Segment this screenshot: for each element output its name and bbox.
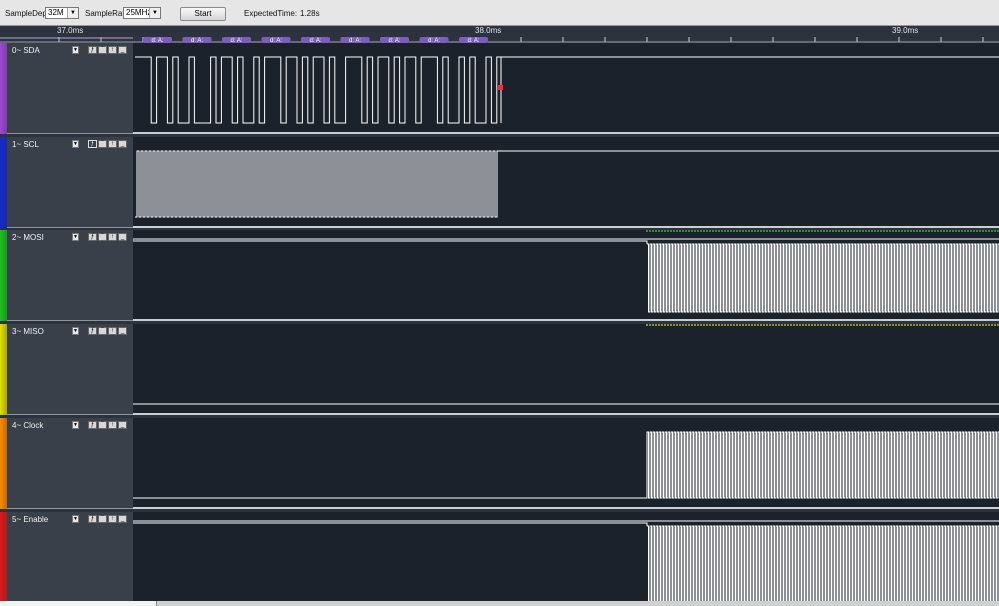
waveform-area[interactable] — [133, 230, 999, 321]
toolbar: SampleDepth 32M ▼ SampleRate 25MHz ▼ Sta… — [0, 0, 999, 26]
channel-row-spi-clock: 4~ Clock ▼ ƒ ‾ ↑ _ — [0, 418, 999, 509]
low-level-icon[interactable]: _ — [118, 233, 127, 241]
sample-rate-value: 25MHz — [126, 8, 152, 17]
sample-depth-select[interactable]: 32M ▼ — [45, 7, 79, 19]
waveform-svg — [135, 150, 999, 218]
chevron-down-icon[interactable]: ▼ — [72, 233, 79, 241]
expected-time-label: ExpectedTime: — [244, 9, 298, 18]
rising-falling-edge-icon[interactable]: ƒ — [88, 46, 97, 54]
rising-edge-icon[interactable]: ↑ — [108, 140, 117, 148]
high-level-icon[interactable]: ‾ — [98, 421, 107, 429]
chevron-down-icon[interactable]: ▼ — [72, 140, 79, 148]
horizontal-scrollbar[interactable] — [0, 601, 999, 606]
rising-falling-edge-icon[interactable]: ƒ — [88, 140, 97, 148]
channel-header[interactable]: 3~ MISO ▼ ƒ ‾ ↑ _ — [7, 324, 133, 415]
channel-label[interactable]: 0~ SDA — [12, 46, 40, 55]
rising-edge-icon[interactable]: ↑ — [108, 46, 117, 54]
scrollbar-thumb[interactable] — [0, 601, 157, 606]
low-level-icon[interactable]: _ — [118, 46, 127, 54]
waveform-svg — [133, 230, 999, 313]
chevron-down-icon[interactable]: ▼ — [72, 46, 79, 54]
waveform-area[interactable] — [133, 137, 999, 228]
rising-edge-icon[interactable]: ↑ — [108, 233, 117, 241]
channel-header[interactable]: 4~ Clock ▼ ƒ ‾ ↑ _ — [7, 418, 133, 509]
chevron-down-icon: ▼ — [67, 8, 78, 18]
enable-lead — [133, 522, 648, 526]
channel-row-spi-miso: 3~ MISO ▼ ƒ ‾ ↑ _ — [0, 324, 999, 415]
waveform-svg — [135, 56, 999, 124]
channel-label[interactable]: 5~ Enable — [12, 515, 48, 524]
channel-row-i2c-sda: 0~ SDA ▼ ƒ ‾ ↑ _ — [0, 43, 999, 134]
rising-edge-icon[interactable]: ↑ — [108, 421, 117, 429]
ruler-ticks-and-decode-tags: d: A: d: A: d: A: d: A: d: A: d: A: d: A: d: A:… — [0, 37, 999, 43]
mosi-trace — [647, 243, 999, 313]
waveform-area[interactable] — [133, 324, 999, 415]
rising-falling-edge-icon[interactable]: ƒ — [88, 421, 97, 429]
low-level-icon[interactable]: _ — [118, 140, 127, 148]
sda-trace — [135, 56, 999, 124]
low-level-icon[interactable]: _ — [118, 515, 127, 523]
clock-trace — [133, 431, 999, 499]
channel-label[interactable]: 4~ Clock — [12, 421, 43, 430]
chevron-down-icon[interactable]: ▼ — [72, 327, 79, 335]
channel-label[interactable]: 2~ MOSI — [12, 233, 44, 242]
rising-falling-edge-icon[interactable]: ƒ — [88, 327, 97, 335]
channel-color-strip — [0, 137, 7, 228]
channel-header[interactable]: 1~ SCL ▼ ƒ ‾ ↑ _ — [7, 137, 133, 228]
channel-header[interactable]: 5~ Enable ▼ ƒ ‾ ↑ _ — [7, 512, 133, 603]
sample-marker[interactable] — [498, 85, 503, 90]
low-level-icon[interactable]: _ — [118, 327, 127, 335]
channel-label[interactable]: 1~ SCL — [12, 140, 39, 149]
low-level-icon[interactable]: _ — [118, 421, 127, 429]
channel-color-strip — [0, 418, 7, 509]
high-level-icon[interactable]: ‾ — [98, 140, 107, 148]
sample-rate-select[interactable]: 25MHz ▼ — [123, 7, 161, 19]
mosi-lead — [133, 240, 648, 244]
channel-color-strip — [0, 230, 7, 321]
waveform-svg — [133, 520, 999, 603]
waveform-svg — [133, 431, 999, 499]
channel-header[interactable]: 0~ SDA ▼ ƒ ‾ ↑ _ — [7, 43, 133, 134]
channel-header[interactable]: 2~ MOSI ▼ ƒ ‾ ↑ _ — [7, 230, 133, 321]
channel-row-spi-mosi: 2~ MOSI ▼ ƒ ‾ ↑ _ — [0, 230, 999, 321]
channel-row-i2c-scl: 1~ SCL ▼ ƒ ‾ ↑ _ — [0, 137, 999, 228]
start-button[interactable]: Start — [180, 7, 226, 21]
waveform-area[interactable] — [133, 43, 999, 134]
chevron-down-icon[interactable]: ▼ — [72, 515, 79, 523]
enable-trace — [647, 525, 999, 603]
chevron-down-icon[interactable]: ▼ — [72, 421, 79, 429]
rising-falling-edge-icon[interactable]: ƒ — [88, 233, 97, 241]
channel-list: 0~ SDA ▼ ƒ ‾ ↑ _ 1~ SCL ▼ ƒ ‾ ↑ _ 2~ MOSI ▼ ƒ ‾ ↑ _ 3~ MIS… — [0, 43, 999, 606]
high-level-icon[interactable]: ‾ — [98, 233, 107, 241]
time-ruler[interactable]: 37.0ms 38.0ms 39.0ms d: A: d: A: d: A: d: A… — [0, 26, 999, 43]
channel-color-strip — [0, 324, 7, 415]
channel-color-strip — [0, 512, 7, 603]
sample-depth-value: 32M — [48, 8, 64, 17]
channel-row-spi-enable: 5~ Enable ▼ ƒ ‾ ↑ _ — [0, 512, 999, 603]
waveform-svg — [133, 324, 999, 405]
high-level-icon[interactable]: ‾ — [98, 327, 107, 335]
channel-color-strip — [0, 43, 7, 134]
channel-label[interactable]: 3~ MISO — [12, 327, 44, 336]
expected-time-value: 1.28s — [300, 9, 320, 18]
scl-trace — [135, 150, 999, 218]
chevron-down-icon: ▼ — [149, 8, 160, 18]
rising-edge-icon[interactable]: ↑ — [108, 515, 117, 523]
rising-edge-icon[interactable]: ↑ — [108, 327, 117, 335]
rising-falling-edge-icon[interactable]: ƒ — [88, 515, 97, 523]
high-level-icon[interactable]: ‾ — [98, 515, 107, 523]
high-level-icon[interactable]: ‾ — [98, 46, 107, 54]
waveform-area[interactable] — [133, 418, 999, 509]
waveform-area[interactable] — [133, 512, 999, 603]
